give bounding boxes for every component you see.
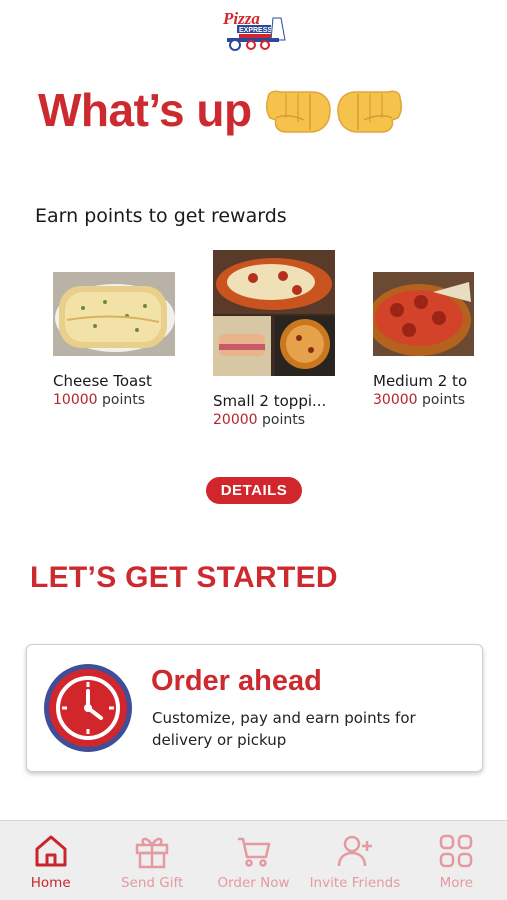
svg-text:EXPRESS: EXPRESS (239, 27, 272, 34)
tab-label: Invite Friends (309, 875, 401, 891)
pizza-express-logo-icon: Pizza EXPRESS (222, 9, 286, 51)
reward-card-medium-2-topping[interactable]: Medium 2 to 30000 points (367, 272, 474, 408)
tab-label: Home (30, 875, 71, 891)
get-started-heading: LET’S GET STARTED (30, 561, 338, 594)
grid-icon (440, 834, 473, 868)
cart-icon (237, 837, 270, 867)
rewards-heading: Earn points to get rewards (35, 205, 287, 227)
reward-image (367, 272, 474, 356)
tab-home[interactable]: Home (0, 821, 101, 900)
tab-invite-friends[interactable]: Invite Friends (304, 821, 405, 900)
home-icon (35, 835, 67, 867)
fist-bump-icon (264, 82, 404, 138)
tab-send-gift[interactable]: Send Gift (101, 821, 202, 900)
reward-card-cheese-toast[interactable]: Cheese Toast 10000 points (53, 272, 193, 408)
tab-more[interactable]: More (406, 821, 507, 900)
order-ahead-title: Order ahead (151, 665, 322, 697)
rewards-carousel[interactable]: Cheese Toast 10000 points Small 2 toppi.… (0, 248, 507, 438)
reward-name: Medium 2 to (373, 372, 468, 390)
clock-icon (44, 664, 132, 752)
reward-points: 20000 points (213, 412, 305, 428)
reward-image (213, 250, 335, 376)
add-user-icon (337, 835, 372, 867)
details-button[interactable]: DETAILS (206, 477, 302, 504)
gift-icon (135, 837, 169, 869)
reward-name: Small 2 toppi... (213, 392, 327, 410)
reward-card-small-2-topping[interactable]: Small 2 toppi... 20000 points (213, 250, 353, 428)
tab-label: Send Gift (120, 875, 184, 891)
greeting-text: What’s up (38, 84, 252, 136)
bottom-tab-bar: Home Send Gift Order Now Invite Friends (0, 820, 507, 900)
reward-image (53, 272, 175, 356)
tab-label: More (439, 875, 474, 891)
greeting: What’s up (38, 82, 404, 138)
reward-points: 30000 points (373, 392, 465, 408)
reward-name: Cheese Toast (53, 372, 152, 390)
tab-label: Order Now (217, 875, 290, 891)
order-ahead-description: Customize, pay and earn points for deliv… (152, 709, 416, 749)
reward-points: 10000 points (53, 392, 145, 408)
tab-order-now[interactable]: Order Now (203, 821, 304, 900)
order-ahead-card[interactable]: Order ahead Customize, pay and earn poin… (26, 644, 483, 772)
